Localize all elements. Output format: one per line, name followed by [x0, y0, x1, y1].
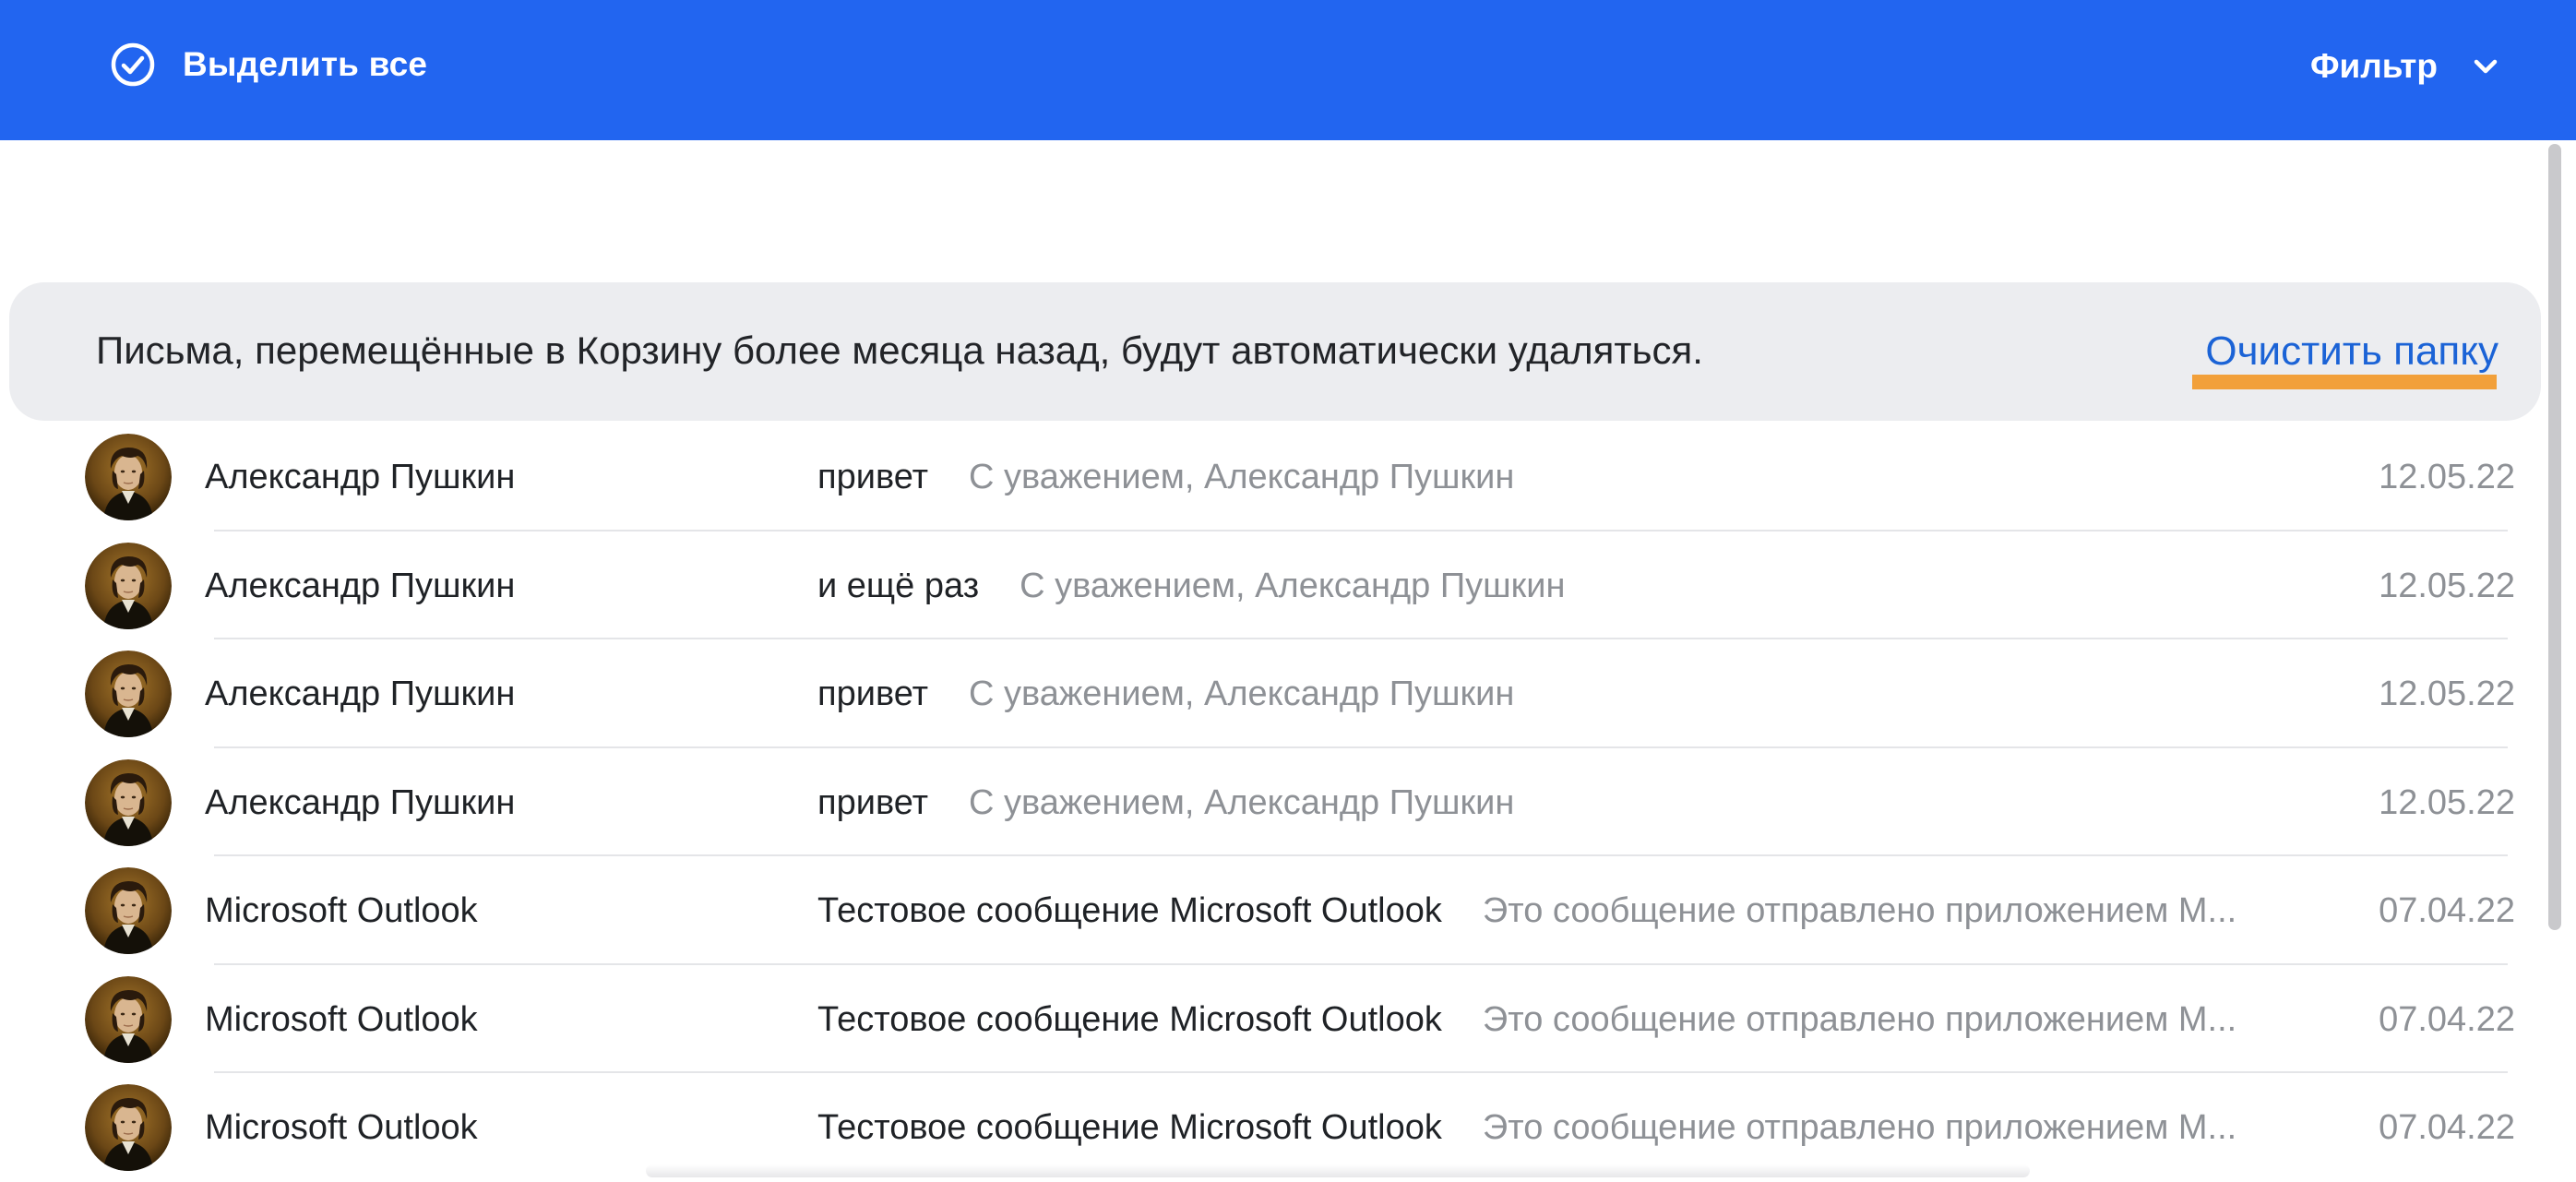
avatar [85, 542, 172, 629]
message-sender: Александр Пушкин [205, 675, 516, 713]
message-sender: Microsoft Outlook [205, 1108, 478, 1147]
message-subject: привет [817, 458, 928, 496]
avatar [85, 434, 172, 520]
message-snippet: С уважением, Александр Пушкин [1020, 566, 1566, 605]
message-row[interactable]: Александр Пушкин привет С уважением, Алекс… [0, 423, 2576, 531]
top-toolbar: Выделить все Фильтр [0, 0, 2576, 140]
message-snippet: С уважением, Александр Пушкин [968, 458, 1515, 496]
message-row[interactable]: Microsoft Outlook Тестовое сообщение Micr… [0, 965, 2576, 1073]
select-all-label: Выделить все [183, 45, 428, 83]
message-subject: Тестовое сообщение Microsoft Outlook [817, 1108, 1442, 1147]
message-snippet: Это сообщение отправлено приложением M..… [1482, 1108, 2237, 1147]
list-bottom-shadow [646, 1164, 2030, 1177]
message-date: 12.05.22 [2379, 675, 2515, 713]
message-row[interactable]: Александр Пушкин привет С уважением, Алекс… [0, 748, 2576, 856]
message-preview: и ещё раз С уважением, Александр Пушкин [817, 567, 2264, 606]
message-date: 07.04.22 [2379, 891, 2515, 930]
message-date: 12.05.22 [2379, 782, 2515, 822]
message-sender: Александр Пушкин [205, 782, 516, 822]
message-sender: Александр Пушкин [205, 566, 516, 605]
message-date: 12.05.22 [2379, 566, 2515, 605]
message-sender: Microsoft Outlook [205, 999, 478, 1039]
message-subject: и ещё раз [817, 566, 980, 605]
avatar [85, 975, 172, 1063]
avatar [85, 867, 172, 954]
clear-folder-highlight [2192, 375, 2497, 389]
message-snippet: С уважением, Александр Пушкин [968, 782, 1515, 822]
avatar [85, 758, 172, 846]
message-subject: Тестовое сообщение Microsoft Outlook [817, 999, 1442, 1039]
message-preview: Тестовое сообщение Microsoft Outlook Это … [817, 891, 2264, 931]
message-subject: привет [817, 675, 928, 713]
message-snippet: Это сообщение отправлено приложением M..… [1482, 999, 2237, 1039]
trash-notice-banner: Письма, перемещённые в Корзину более мес… [9, 282, 2541, 421]
message-preview: Тестовое сообщение Microsoft Outlook Это … [817, 1108, 2264, 1148]
message-preview: Тестовое сообщение Microsoft Outlook Это … [817, 1000, 2264, 1040]
trash-notice-text: Письма, перемещённые в Корзину более мес… [96, 328, 1703, 372]
message-preview: привет С уважением, Александр Пушкин [817, 458, 2264, 497]
message-subject: привет [817, 782, 928, 822]
clear-folder-link[interactable]: Очистить папку [2205, 328, 2498, 375]
chevron-down-icon [2474, 59, 2498, 74]
filter-label: Фильтр [2309, 47, 2438, 85]
message-subject: Тестовое сообщение Microsoft Outlook [817, 891, 1442, 930]
check-circle-icon [111, 42, 155, 87]
message-snippet: С уважением, Александр Пушкин [968, 675, 1515, 713]
message-date: 12.05.22 [2379, 458, 2515, 496]
message-preview: привет С уважением, Александр Пушкин [817, 675, 2264, 714]
message-sender: Microsoft Outlook [205, 891, 478, 930]
message-row[interactable]: Microsoft Outlook Тестовое сообщение Micr… [0, 856, 2576, 965]
message-row[interactable]: Александр Пушкин и ещё раз С уважением, Ал… [0, 531, 2576, 639]
message-date: 07.04.22 [2379, 1108, 2515, 1147]
message-preview: привет С уважением, Александр Пушкин [817, 783, 2264, 823]
message-snippet: Это сообщение отправлено приложением M..… [1482, 891, 2237, 930]
select-all-button[interactable]: Выделить все [109, 39, 427, 90]
avatar [85, 651, 172, 737]
message-sender: Александр Пушкин [205, 458, 516, 496]
message-date: 07.04.22 [2379, 999, 2515, 1039]
message-row[interactable]: Александр Пушкин привет С уважением, Алекс… [0, 639, 2576, 748]
filter-dropdown[interactable]: Фильтр [2310, 39, 2498, 94]
avatar [85, 1084, 172, 1171]
message-list: Александр Пушкин привет С уважением, Алекс… [0, 423, 2576, 1182]
